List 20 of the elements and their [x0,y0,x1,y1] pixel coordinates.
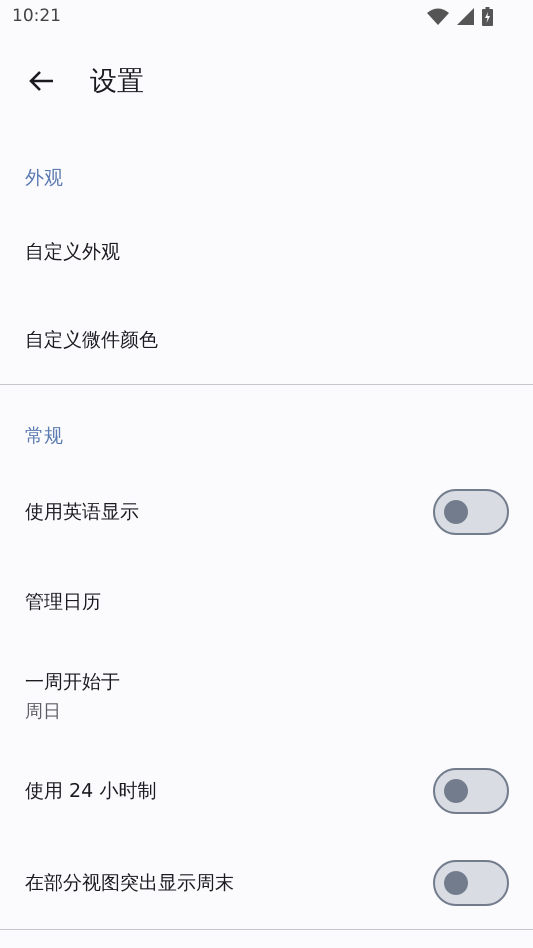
settings-item[interactable]: 自定义外观 [0,208,533,296]
back-arrow-icon [28,70,54,92]
status-time: 10:21 [12,6,61,26]
toggle-switch[interactable] [433,768,509,814]
wifi-icon [427,8,449,24]
settings-item[interactable]: 管理日历 [0,558,533,646]
item-label: 在部分视图突出显示周末 [25,871,234,896]
toggle-switch[interactable] [433,860,509,906]
item-value: 周日 [25,700,61,722]
battery-icon [482,6,493,26]
settings-item[interactable]: 一周开始于 周日 [0,646,533,745]
item-label: 使用英语显示 [25,500,139,525]
screen-title: 设置 [90,65,144,99]
section-header: 外观 [25,166,63,191]
section-header: 常规 [25,424,63,449]
settings-item[interactable]: 自定义微件颜色 [0,296,533,384]
signal-icon [457,8,474,24]
item-label: 一周开始于 [25,670,120,694]
item-label: 使用 24 小时制 [25,779,156,804]
toggle-switch[interactable] [433,489,509,535]
